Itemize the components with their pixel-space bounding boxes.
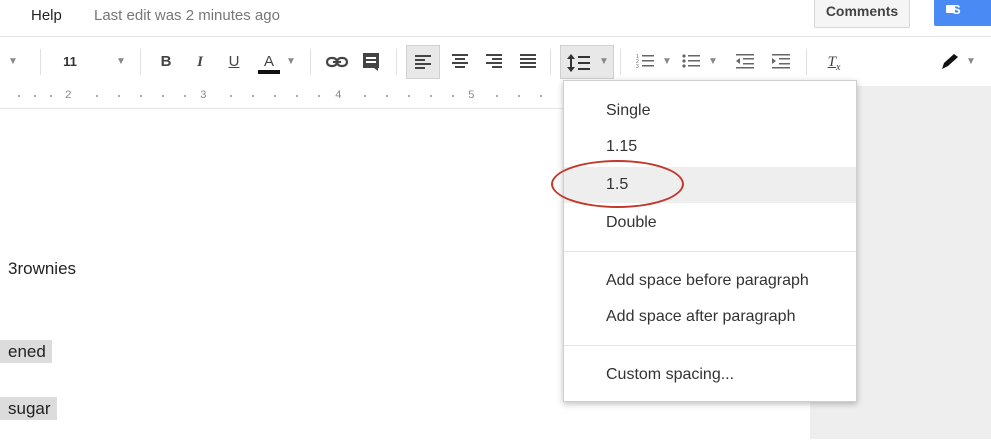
toolbar-divider: [550, 49, 551, 75]
toolbar-divider: [396, 49, 397, 75]
menu-item-label: Add space before paragraph: [606, 272, 809, 289]
toolbar-divider: [620, 49, 621, 75]
document-line-highlighted[interactable]: sugar: [0, 397, 57, 420]
ruler-tick: [318, 95, 320, 97]
decrease-indent-icon[interactable]: [736, 53, 754, 69]
ruler-tick: [540, 95, 542, 97]
menu-item-label: Add space after paragraph: [606, 308, 796, 325]
ruler-label: 4: [335, 90, 342, 102]
ruler-tick: [364, 95, 366, 97]
ruler-tick: [34, 95, 36, 97]
svg-text:3: 3: [636, 64, 639, 69]
menu-item-add-space-before[interactable]: Add space before paragraph: [564, 263, 856, 299]
bulleted-list-caret[interactable]: ▼: [708, 56, 718, 67]
menu-item-add-space-after[interactable]: Add space after paragraph: [564, 299, 856, 335]
lock-icon: [946, 5, 955, 13]
menu-item-label: Single: [606, 102, 651, 119]
share-button[interactable]: S: [934, 0, 991, 26]
ruler-label: 5: [468, 90, 475, 102]
font-dropdown-caret[interactable]: ▼: [8, 56, 18, 67]
ruler-tick: [386, 95, 388, 97]
align-left-icon: [415, 55, 431, 69]
line-spacing-caret: ▼: [599, 56, 609, 67]
increase-indent-icon[interactable]: [772, 53, 790, 69]
ruler-tick: [230, 95, 232, 97]
line-spacing-icon: [567, 54, 590, 72]
toolbar-divider: [40, 49, 41, 75]
ruler-tick: [452, 95, 454, 97]
italic-button[interactable]: I: [190, 37, 210, 87]
ruler-tick: [140, 95, 142, 97]
clear-formatting-icon: T: [827, 54, 836, 70]
bold-button[interactable]: B: [156, 37, 176, 87]
ruler-label: 2: [65, 90, 72, 102]
align-right-icon[interactable]: [486, 54, 502, 68]
numbered-list-icon[interactable]: 1 2 3: [636, 53, 654, 69]
toolbar-divider: [806, 49, 807, 75]
align-left-button[interactable]: [406, 45, 440, 79]
toolbar-divider: [310, 49, 311, 75]
underline-button[interactable]: U: [224, 37, 244, 87]
ruler-label: 3: [200, 90, 207, 102]
ruler-tick: [408, 95, 410, 97]
font-size-caret[interactable]: ▼: [116, 56, 126, 67]
toolbar-divider: [140, 49, 141, 75]
text-color-swatch: [258, 70, 280, 74]
document-line-highlighted[interactable]: ened: [0, 340, 52, 363]
numbered-list-caret[interactable]: ▼: [662, 56, 672, 67]
annotation-circle: [551, 160, 684, 208]
menu-help[interactable]: Help: [31, 7, 62, 24]
ruler-tick: [496, 95, 498, 97]
ruler-tick: [50, 95, 52, 97]
menu-divider: [564, 251, 856, 252]
menu-item-custom-spacing[interactable]: Custom spacing...: [564, 357, 856, 393]
editing-mode-caret[interactable]: ▼: [966, 56, 976, 67]
ruler-tick: [162, 95, 164, 97]
bulleted-list-icon[interactable]: [682, 53, 700, 69]
align-center-icon[interactable]: [452, 54, 468, 68]
line-spacing-menu: Single 1.15 1.5 Double Add space before …: [563, 80, 857, 402]
document-line-title[interactable]: 3rownies: [8, 259, 76, 279]
align-justify-icon[interactable]: [520, 54, 536, 68]
text-color-label: A: [263, 53, 274, 70]
ruler-tick: [96, 95, 98, 97]
menu-item-label: 1.15: [606, 138, 638, 155]
font-size-field[interactable]: 11: [58, 37, 82, 87]
highlighted-text: ened: [0, 340, 52, 363]
pencil-icon[interactable]: [940, 53, 960, 71]
ruler-tick: [430, 95, 432, 97]
insert-comment-icon[interactable]: [362, 52, 380, 72]
menu-item-label: Custom spacing...: [606, 366, 735, 383]
ruler-tick: [518, 95, 520, 97]
ruler-tick: [274, 95, 276, 97]
menu-item-single[interactable]: Single: [564, 93, 856, 129]
menu-item-double[interactable]: Double: [564, 205, 856, 241]
menu-bar: Help Last edit was 2 minutes ago Comment…: [0, 0, 991, 32]
text-color-button[interactable]: A: [258, 37, 280, 87]
link-icon[interactable]: [326, 55, 348, 69]
line-spacing-button[interactable]: ▼: [560, 45, 614, 79]
comments-button[interactable]: Comments: [814, 0, 910, 28]
highlighted-text: sugar: [0, 397, 57, 420]
last-edit-status[interactable]: Last edit was 2 minutes ago: [94, 7, 280, 24]
ruler-tick: [18, 95, 20, 97]
ruler-tick: [184, 95, 186, 97]
ruler-tick: [118, 95, 120, 97]
text-color-caret[interactable]: ▼: [286, 56, 296, 67]
ruler-tick: [252, 95, 254, 97]
menu-item-label: Double: [606, 214, 657, 231]
menu-divider: [564, 345, 856, 346]
ruler-tick: [296, 95, 298, 97]
